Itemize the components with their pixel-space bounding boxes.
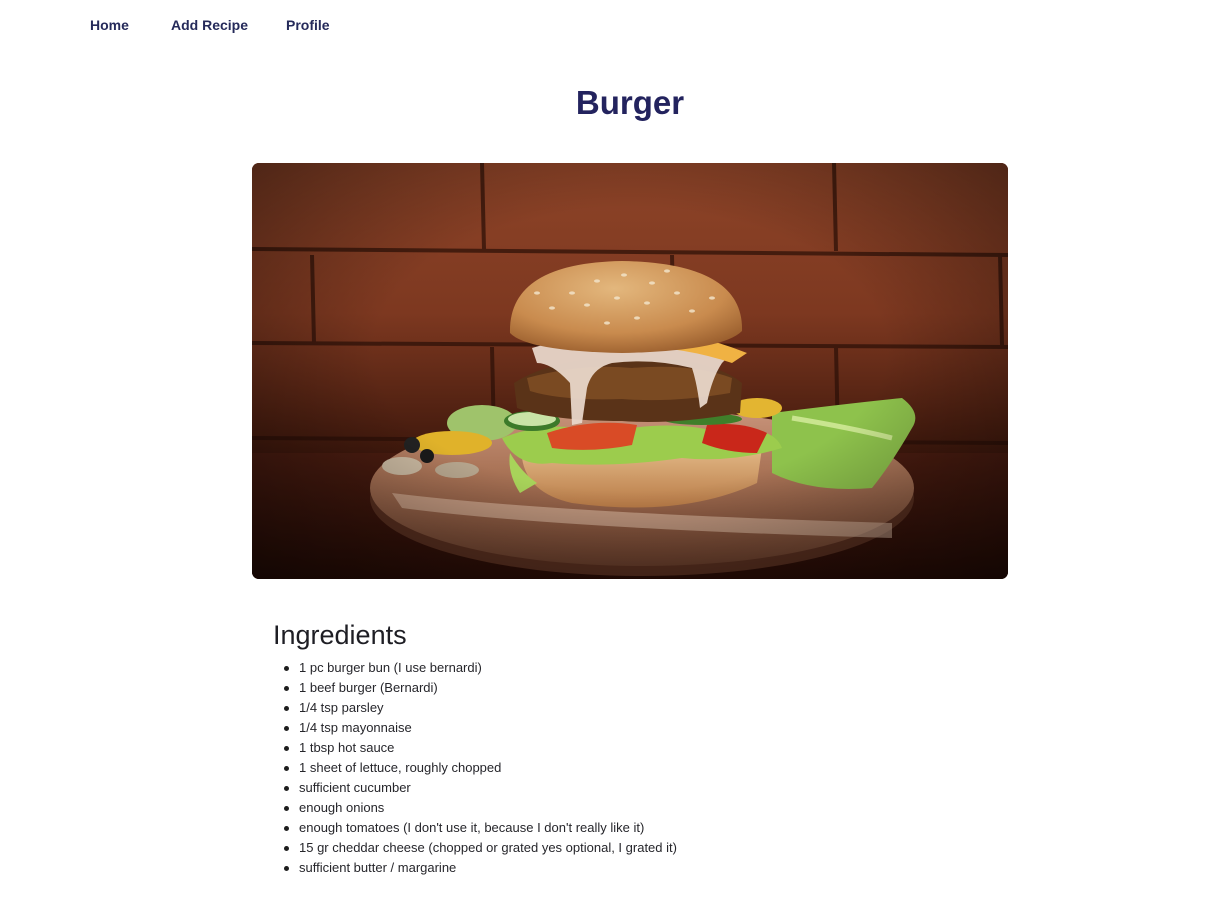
- ingredient-item: 15 gr cheddar cheese (chopped or grated …: [284, 838, 677, 858]
- ingredient-item: 1 beef burger (Bernardi): [284, 678, 677, 698]
- nav-profile-link[interactable]: Profile: [286, 17, 330, 33]
- ingredient-item: 1/4 tsp parsley: [284, 698, 677, 718]
- recipe-title: Burger: [575, 84, 685, 121]
- ingredients-heading: Ingredients: [273, 620, 407, 650]
- nav-home-link[interactable]: Home: [90, 17, 129, 33]
- ingredient-item: sufficient cucumber: [284, 778, 677, 798]
- ingredient-item: enough onions: [284, 798, 677, 818]
- ingredient-item: 1 sheet of lettuce, roughly chopped: [284, 758, 677, 778]
- burger-photo: [252, 163, 1008, 579]
- ingredients-list: 1 pc burger bun (I use bernardi) 1 beef …: [284, 658, 677, 878]
- ingredient-item: 1/4 tsp mayonnaise: [284, 718, 677, 738]
- ingredient-item: 1 pc burger bun (I use bernardi): [284, 658, 677, 678]
- ingredient-item: enough tomatoes (I don't use it, because…: [284, 818, 677, 838]
- nav-add-recipe-link[interactable]: Add Recipe: [171, 17, 248, 33]
- ingredient-item: sufficient butter / margarine: [284, 858, 677, 878]
- ingredient-item: 1 tbsp hot sauce: [284, 738, 677, 758]
- top-navbar: Home Add Recipe Profile: [0, 0, 1226, 50]
- recipe-image: [252, 163, 1008, 579]
